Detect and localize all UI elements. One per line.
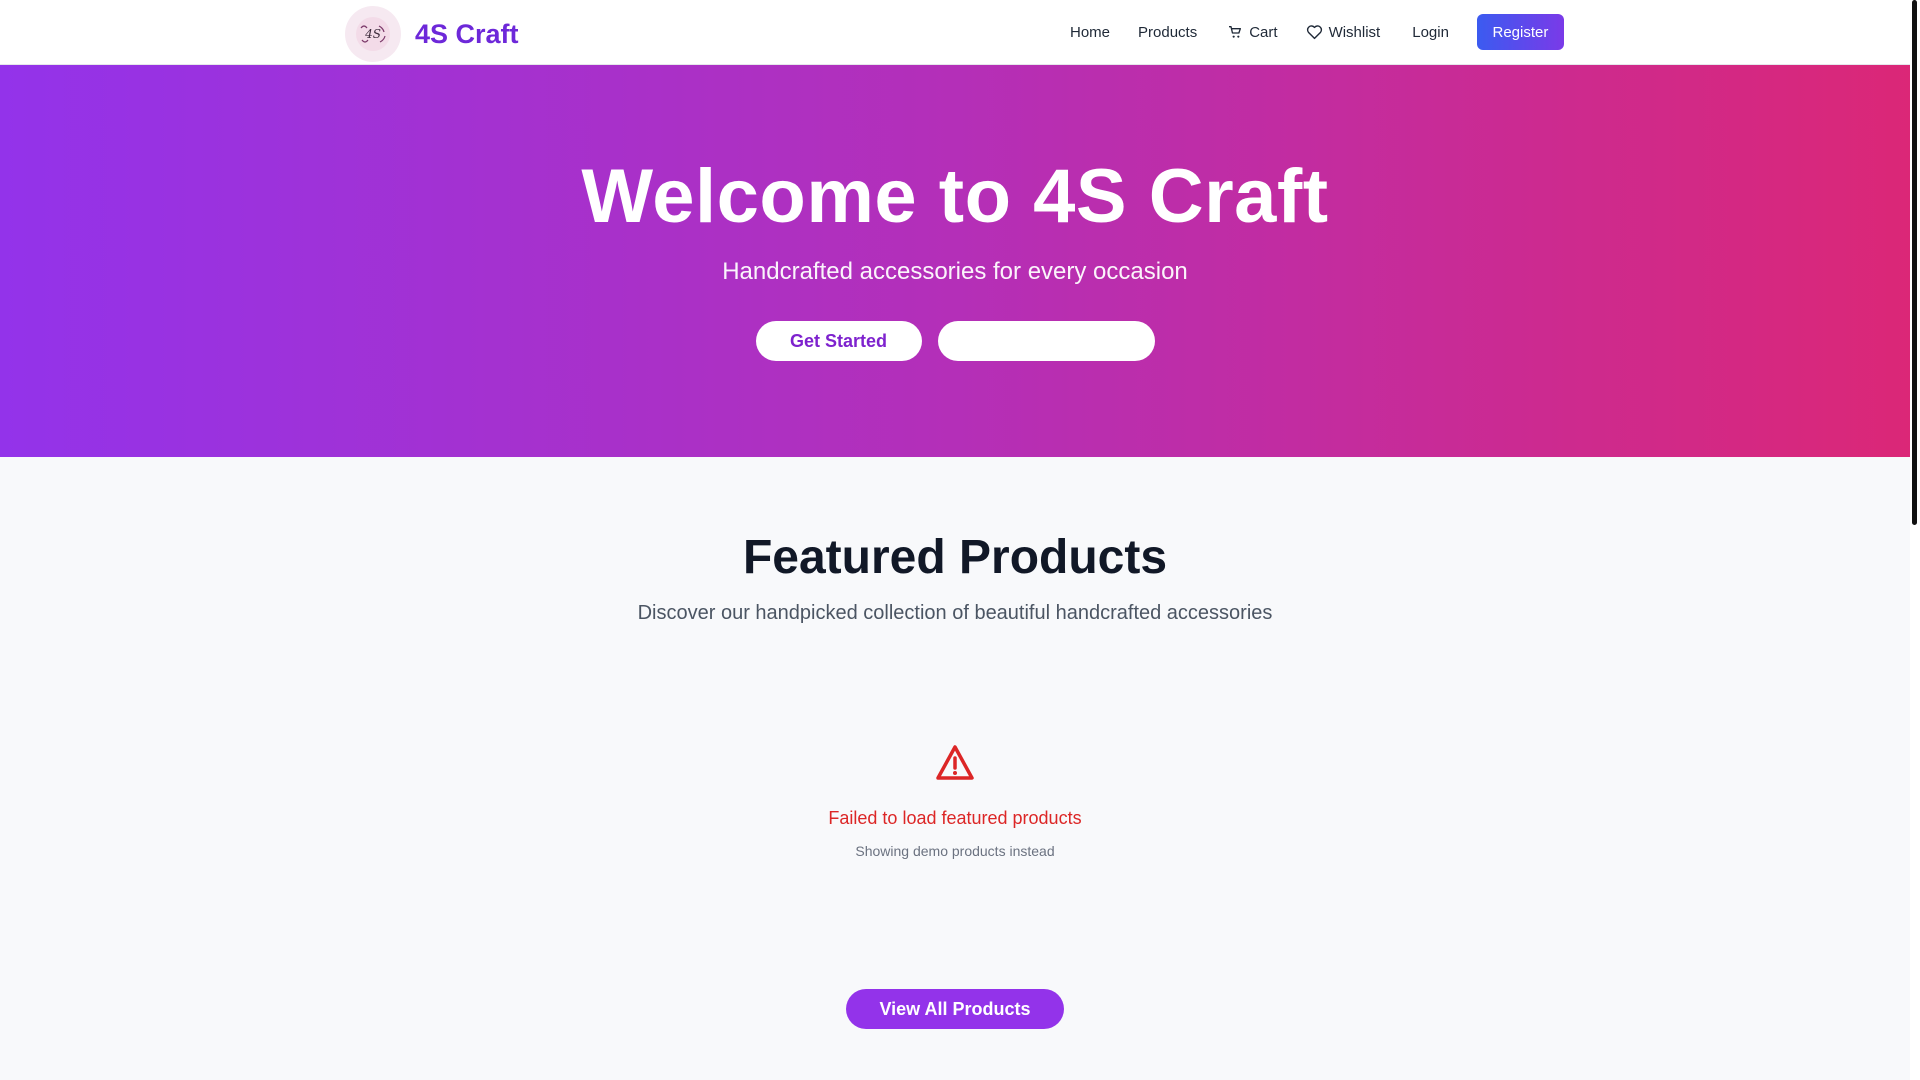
nav-wishlist-link[interactable]: Wishlist [1306,14,1381,50]
heart-icon [1306,25,1322,40]
logo-badge: 4S [345,6,401,62]
hero-actions: Get Started [0,321,1910,361]
hero-subtitle: Handcrafted accessories for every occasi… [722,258,1188,285]
hero-secondary-button[interactable] [937,321,1155,361]
brand-logo-link[interactable]: 4S 4S Craft [345,6,519,62]
view-all-products-button[interactable]: View All Products [846,989,1064,1029]
featured-products-subtitle: Discover our handpicked collection of be… [637,602,1273,624]
site-header: 4S 4S Craft Home Products Cart Wishlist … [0,0,1910,65]
logo-icon: 4S [356,17,390,51]
nav-wishlist-label: Wishlist [1328,23,1381,41]
brand-name: 4S Craft [415,18,519,49]
nav-cart-link[interactable]: Cart [1227,14,1278,50]
featured-error-message: Failed to load featured products [828,808,1082,828]
nav-cart-label: Cart [1249,23,1278,41]
featured-error-note: Showing demo products instead [855,843,1055,859]
nav-products-link[interactable]: Products [1138,14,1197,50]
scrollbar-thumb[interactable] [1912,0,1917,525]
get-started-button[interactable]: Get Started [755,321,922,361]
nav-login-link[interactable]: Login [1412,14,1449,50]
logo-mark-text: 4S [364,27,381,41]
warning-triangle-icon [936,745,974,780]
hero-section: Welcome to 4S Craft Handcrafted accessor… [0,65,1910,457]
cart-icon [1229,26,1242,38]
main-nav: Home Products Cart Wishlist Login Regist… [1050,14,1564,50]
hero-title: Welcome to 4S Craft [581,154,1329,239]
register-button[interactable]: Register [1476,14,1564,50]
nav-home-link[interactable]: Home [1070,14,1110,50]
featured-products-title: Featured Products [742,531,1168,584]
